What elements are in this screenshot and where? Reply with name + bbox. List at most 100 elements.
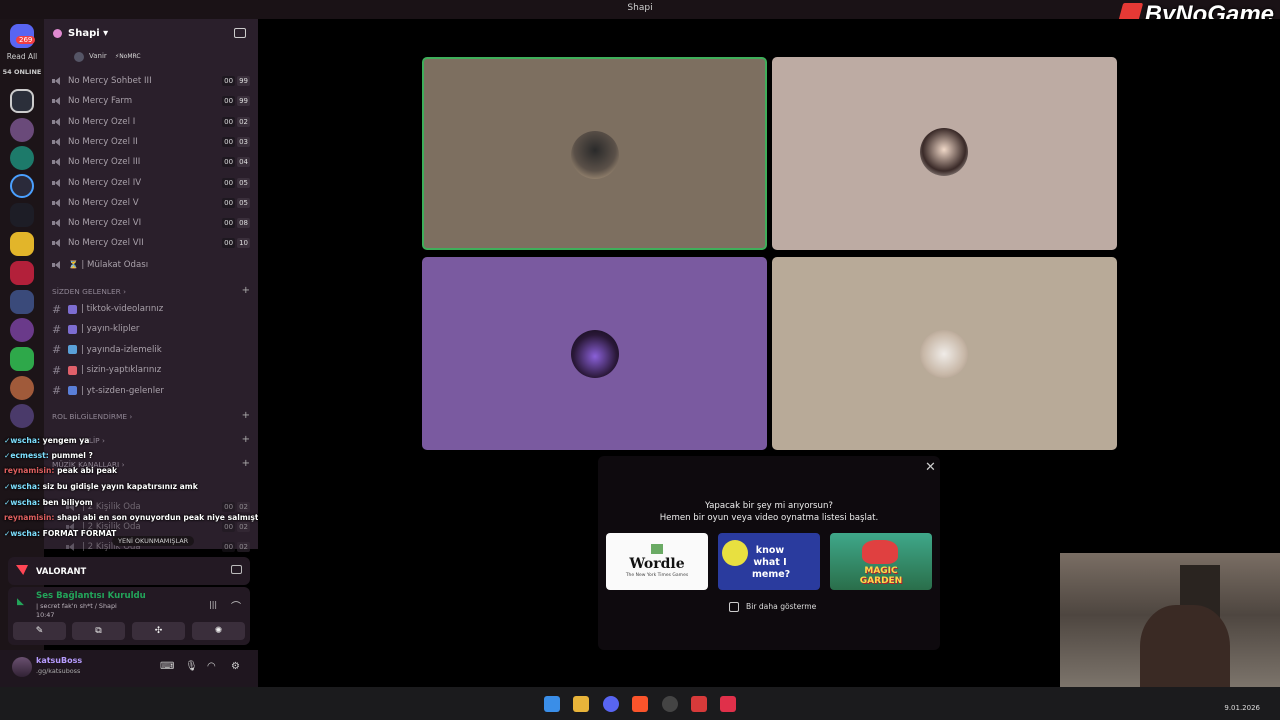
obs-icon[interactable] (662, 696, 678, 712)
user-name[interactable]: katsuBoss (36, 656, 82, 665)
channel-emoji-icon (68, 386, 77, 396)
text-channel[interactable]: # | tiktok-videolarınız (52, 300, 250, 318)
speaker-icon (52, 198, 62, 207)
user-limit: 10 (237, 238, 250, 249)
voice-channel[interactable]: No Mercy Özel VI 00 08 (52, 214, 250, 232)
brave-browser-icon[interactable] (632, 696, 648, 712)
server-icon[interactable] (10, 203, 34, 227)
app-icon[interactable] (691, 696, 707, 712)
valorant-taskbar-icon[interactable] (720, 696, 736, 712)
screen-share-button[interactable]: ⧉ (72, 622, 125, 640)
hash-icon: # (52, 302, 62, 316)
invite-icon[interactable] (234, 28, 246, 38)
controller-icon[interactable]: ⌨ (160, 661, 174, 672)
text-channel[interactable]: # | yayın-klipler (52, 320, 250, 338)
soundboard-button[interactable]: ✺ (192, 622, 245, 640)
voice-channel-name[interactable]: | secret fak'n sh*t / Shapi (36, 602, 117, 610)
text-channel[interactable]: # | yayında-izlemelik (52, 341, 250, 359)
server-icon[interactable] (10, 404, 34, 428)
user-count: 00 (222, 76, 236, 86)
user-limit: 05 (237, 197, 250, 208)
chat-text: shapi abi en son oynuyordun peak niye sa… (57, 513, 267, 522)
game-overlay-icon[interactable] (231, 565, 242, 574)
user-limit: 04 (237, 157, 250, 168)
add-channel-icon[interactable]: + (242, 435, 250, 445)
voice-channel[interactable]: No Mercy Özel VII 00 10 (52, 234, 250, 252)
avatar[interactable] (12, 657, 32, 677)
chat-username: wscha: (10, 529, 40, 538)
voice-user-name[interactable]: Vanir (89, 52, 107, 60)
camera-button[interactable]: ✎ (13, 622, 66, 640)
voice-channel[interactable]: No Mercy Özel I 00 02 (52, 113, 250, 131)
add-channel-icon[interactable]: + (242, 411, 250, 421)
text-channel[interactable]: # | sizin-yaptıklarınız (52, 361, 250, 379)
gear-icon[interactable]: ⚙ (231, 661, 240, 672)
channel-name: | yayın-klipler (81, 324, 140, 335)
voice-channel-mulakat[interactable]: ⏳ | Mülakat Odası (52, 256, 250, 274)
chat-message: reynamisin: peak abi peak (4, 466, 117, 475)
user-limit: 05 (237, 177, 250, 188)
voice-channel[interactable]: No Mercy Farm 00 99 (52, 92, 250, 110)
server-name-dropdown[interactable]: Shapi ▾ (68, 28, 108, 39)
channel-name: | yt-sizden-gelenler (81, 385, 164, 396)
channel-name: | tiktok-videolarınız (81, 304, 164, 314)
server-icon[interactable] (10, 232, 34, 256)
voice-status[interactable]: Ses Bağlantısı Kuruldu (36, 591, 146, 601)
category-sizden-gelenler[interactable]: SİZDEN GELENLER › + (52, 286, 250, 297)
server-icon[interactable] (10, 89, 34, 113)
meme-title: know what I meme? (752, 545, 791, 580)
user-count: 00 (222, 177, 236, 188)
server-icon[interactable] (10, 261, 34, 285)
chat-text: FORMAT FORMAT (42, 529, 117, 538)
wordle-subtitle: The New York Times Games (625, 573, 689, 578)
server-icon[interactable] (10, 118, 34, 142)
noise-suppression-icon[interactable]: ||| (209, 600, 217, 609)
server-icon[interactable] (10, 174, 34, 198)
close-icon[interactable]: ✕ (925, 460, 936, 475)
voice-channel[interactable]: No Mercy Özel V 00 05 (52, 194, 250, 212)
user-limit: 02 (237, 502, 250, 512)
add-channel-icon[interactable]: + (242, 286, 250, 296)
speaker-icon (52, 117, 62, 126)
read-all-button[interactable]: Read All (0, 52, 44, 61)
chat-message: ✓wscha: siz bu gidişle yayın kapatırsını… (4, 482, 198, 491)
wordle-grid-icon (651, 544, 663, 554)
server-icon[interactable] (10, 290, 34, 314)
game-title: VALORANT (36, 566, 87, 576)
channel-emoji-icon (68, 345, 77, 355)
disconnect-icon[interactable]: ⌒ (231, 598, 241, 613)
user-limit: 99 (237, 96, 250, 107)
server-icon[interactable] (10, 318, 34, 342)
server-icon[interactable] (10, 347, 34, 371)
channel-name: No Mercy Farm (68, 96, 133, 107)
activities-button[interactable]: ✣ (132, 622, 185, 640)
chat-message: ✓ecmesst: pummel ? (4, 451, 93, 460)
microphone-icon[interactable]: 🎙︎ (185, 661, 198, 672)
chat-username: wscha: (10, 482, 40, 491)
user-count: 00 (222, 238, 236, 249)
avatar (571, 131, 619, 179)
voice-channel[interactable]: No Mercy Özel IV 00 05 (52, 174, 250, 192)
voice-channel[interactable]: No Mercy Özel III 00 04 (52, 153, 250, 171)
user-limit: 02 (237, 542, 250, 552)
add-channel-icon[interactable]: + (242, 459, 250, 469)
channel-name: No Mercy Özel V (68, 197, 139, 208)
server-icon[interactable] (10, 146, 34, 170)
discord-taskbar-icon[interactable] (603, 696, 619, 712)
text-channel[interactable]: # | yt-sizden-gelenler (52, 382, 250, 400)
avatar (920, 128, 968, 176)
voice-user-tag: ⚡NoMRC (115, 53, 141, 60)
headphones-icon[interactable]: ◠ (207, 661, 216, 672)
user-count: 00 (222, 197, 236, 208)
start-icon[interactable] (544, 696, 560, 712)
signal-icon[interactable]: ◣ (17, 597, 24, 607)
file-explorer-icon[interactable] (573, 696, 589, 712)
new-unread-pill[interactable]: YENİ OKUNMAMIŞLAR (112, 536, 195, 546)
dont-show-checkbox[interactable] (729, 602, 739, 612)
chat-message: ✓wscha: ben biliyom (4, 498, 93, 507)
server-icon[interactable] (10, 376, 34, 400)
taskbar-date: 9.01.2026 (1224, 704, 1260, 712)
voice-channel[interactable]: No Mercy Özel II 00 03 (52, 133, 250, 151)
voice-channel[interactable]: No Mercy Sohbet III 00 99 (52, 72, 250, 90)
category-rol-bilgilendirme[interactable]: ROL BİLGİLENDİRME › + (52, 411, 250, 422)
